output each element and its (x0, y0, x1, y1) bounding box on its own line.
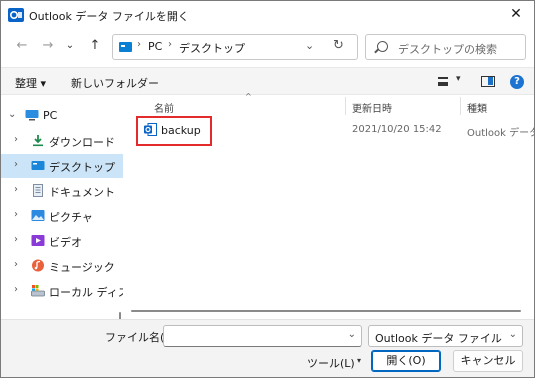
filename-input[interactable]: ⌄ (163, 325, 362, 347)
column-divider[interactable] (345, 97, 346, 115)
sort-indicator-icon: ^ (245, 92, 252, 101)
tree-item-pc[interactable]: ⌄ PC (1, 104, 123, 128)
breadcrumb-desktop[interactable]: デスクトップ (179, 40, 245, 56)
breadcrumb-separator[interactable]: › (168, 39, 172, 50)
cancel-button[interactable]: キャンセル (453, 350, 523, 372)
preview-pane-icon[interactable] (481, 76, 495, 87)
chevron-right-icon[interactable]: › (14, 134, 18, 145)
tree-item-pictures[interactable]: › ピクチャ (1, 204, 123, 228)
chevron-right-icon[interactable]: › (14, 284, 18, 295)
filetype-value: Outlook データ ファイル (375, 332, 502, 345)
column-divider[interactable] (460, 97, 461, 115)
picture-icon (31, 210, 45, 221)
filetype-select[interactable]: Outlook データ ファイル ⌄ (368, 325, 523, 347)
organize-button[interactable]: 整理 ▾ (15, 75, 46, 91)
open-file-dialog: Outlook データ ファイルを開く ✕ ← → ⌄ ↑ › PC › デスク… (0, 0, 535, 378)
search-placeholder: デスクトップの検索 (398, 43, 497, 56)
outlook-app-icon (8, 8, 24, 22)
tree-item-label: デスクトップ (49, 161, 115, 174)
breadcrumb-separator[interactable]: › (137, 39, 141, 50)
navigation-bar: ← → ⌄ ↑ › PC › デスクトップ ⌄ ↻ デスクトップの検索 (1, 31, 534, 63)
outlook-file-icon (144, 123, 157, 136)
refresh-icon[interactable]: ↻ (333, 38, 344, 53)
desktop-location-icon (119, 42, 132, 52)
view-options-icon[interactable] (438, 77, 448, 86)
window-title: Outlook データ ファイルを開く (29, 10, 189, 23)
help-icon[interactable]: ? (510, 75, 524, 89)
tree-item-downloads[interactable]: › ダウンロード (1, 129, 123, 153)
pc-icon (25, 110, 39, 121)
tree-item-desktop[interactable]: › デスクトップ (1, 154, 123, 178)
tree-item-label: ビデオ (49, 236, 82, 249)
close-button[interactable]: ✕ (508, 5, 524, 23)
tree-item-label: ドキュメント (49, 186, 115, 199)
tree-item-label: ダウンロード (49, 136, 115, 149)
tools-button[interactable]: ツール(L) (307, 355, 355, 371)
column-header-date[interactable]: 更新日時 (352, 100, 392, 120)
tree-item-documents[interactable]: › ドキュメント (1, 179, 123, 203)
chevron-right-icon[interactable]: › (14, 259, 18, 270)
forward-button[interactable]: → (39, 37, 57, 55)
tree-item-music[interactable]: › ミュージック (1, 254, 123, 278)
music-icon (32, 259, 44, 272)
chevron-down-icon[interactable]: ▾ (456, 74, 461, 84)
back-button[interactable]: ← (13, 37, 31, 55)
tree-item-label: ミュージック (49, 261, 115, 274)
document-icon (33, 184, 43, 197)
dialog-footer: ファイル名(N): ⌄ Outlook データ ファイル ⌄ ツール(L) ▾ … (1, 319, 534, 377)
search-icon (377, 41, 388, 52)
open-button[interactable]: 開く(O) (371, 350, 441, 372)
tree-item-videos[interactable]: › ビデオ (1, 229, 123, 253)
tree-item-label: PC (43, 109, 58, 122)
recent-locations-button[interactable]: ⌄ (61, 37, 79, 55)
search-input[interactable]: デスクトップの検索 (365, 34, 526, 60)
file-list: ^ 名前 更新日時 種類 backup 2021/10/20 15:42 Out… (123, 92, 534, 318)
column-header-name[interactable]: 名前 (154, 100, 174, 120)
tree-item-label: ピクチャ (49, 211, 93, 224)
command-bar: 整理 ▾ 新しいフォルダー ▾ ? (1, 67, 534, 95)
new-folder-button[interactable]: 新しいフォルダー (71, 75, 159, 91)
chevron-down-icon[interactable]: ⌄ (305, 39, 314, 52)
breadcrumb-pc[interactable]: PC (148, 40, 162, 53)
file-date: 2021/10/20 15:42 (352, 124, 442, 135)
chevron-right-icon[interactable]: › (14, 234, 18, 245)
download-icon (33, 135, 43, 147)
horizontal-scrollbar[interactable] (131, 310, 521, 312)
chevron-right-icon[interactable]: › (14, 209, 18, 220)
chevron-down-icon[interactable]: ▾ (357, 356, 361, 365)
chevron-right-icon[interactable]: › (14, 184, 18, 195)
file-type: Outlook データ フ (467, 128, 534, 139)
disk-icon (31, 285, 45, 297)
file-name: backup (161, 124, 201, 137)
chevron-right-icon[interactable]: › (14, 159, 18, 170)
navigation-pane: ⌄ PC › ダウンロード › デスクトップ › ドキュメント › ピクチャ ›… (1, 96, 148, 377)
title-bar: Outlook データ ファイルを開く ✕ (1, 1, 534, 29)
column-header-type[interactable]: 種類 (467, 100, 487, 120)
chevron-down-icon[interactable]: ⌄ (509, 329, 517, 340)
chevron-down-icon[interactable]: ⌄ (348, 329, 356, 340)
desktop-icon (31, 161, 45, 170)
up-button[interactable]: ↑ (86, 37, 104, 55)
file-row[interactable]: backup 2021/10/20 15:42 Outlook データ フ (137, 119, 534, 141)
video-icon (31, 235, 45, 246)
address-bar[interactable]: › PC › デスクトップ ⌄ ↻ (112, 34, 358, 60)
chevron-down-icon[interactable]: ⌄ (8, 109, 16, 120)
tree-item-local-disk[interactable]: › ローカル ディスク ( (1, 279, 148, 303)
